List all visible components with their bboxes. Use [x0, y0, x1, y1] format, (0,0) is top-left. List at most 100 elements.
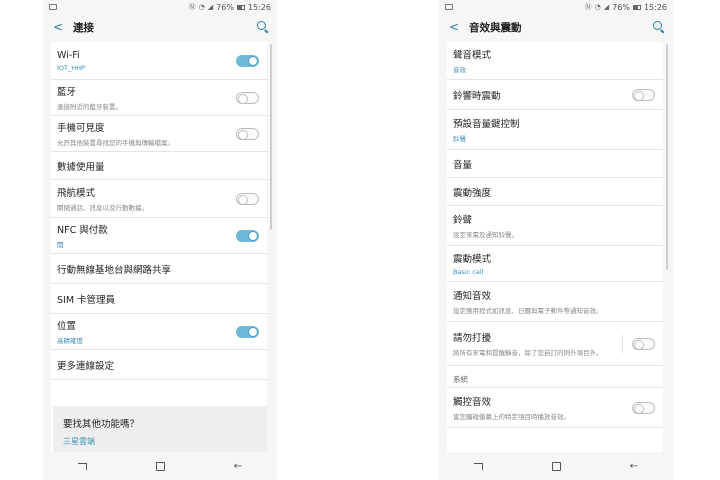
- setting-item[interactable]: 更多連線設定: [51, 350, 267, 380]
- battery-icon: [236, 4, 245, 10]
- signal-icon: ◢: [207, 3, 214, 11]
- home-button[interactable]: [140, 456, 180, 476]
- toggle-switch[interactable]: [236, 325, 259, 338]
- image-notification-icon: [445, 4, 453, 10]
- setting-summary: 關閉通話、訊息以及行動數據。: [57, 204, 148, 212]
- nfc-icon: Ⓝ: [584, 3, 592, 11]
- nfc-icon: Ⓝ: [188, 3, 196, 11]
- setting-label: 鈴響時震動: [453, 90, 501, 102]
- back-icon: ←: [233, 460, 243, 472]
- setting-summary: 連接附近的藍牙裝置。: [57, 103, 122, 111]
- setting-label: 行動無線基地台與網路共享: [57, 264, 172, 276]
- setting-item[interactable]: Wi-Fi IOT_HHP: [51, 42, 267, 80]
- signal-icon: ◢: [603, 3, 610, 11]
- setting-label: SIM 卡管理員: [57, 294, 116, 306]
- setting-item[interactable]: NFC 與付款開: [51, 218, 267, 254]
- setting-item[interactable]: 通知音效 設定應用程式如訊息、日曆與電子郵件等通知音效。: [447, 282, 663, 322]
- setting-item[interactable]: 位置 高精確度: [51, 314, 267, 350]
- toggle-switch[interactable]: [236, 192, 259, 205]
- setting-label: Wi-Fi: [57, 49, 80, 61]
- sounds-vibration-screen: Ⓝ ◔ ◢ 76% 15:26 < 音效與震動 聲音模式音效鈴響時震動預設音量鍵…: [439, 0, 673, 480]
- back-button[interactable]: ←: [218, 456, 258, 476]
- battery-icon: [632, 4, 641, 10]
- recent-apps-button[interactable]: [62, 456, 102, 476]
- setting-label: 觸控音效: [453, 397, 492, 408]
- home-icon: [551, 461, 561, 471]
- suggestion-card: 要找其他功能嗎？ 三星雲端: [53, 406, 267, 452]
- clock: 15:26: [643, 2, 667, 12]
- setting-summary: 當您觸碰螢幕上的特定項目時播放音效。: [453, 413, 570, 421]
- setting-summary: 鈴聲: [453, 135, 466, 143]
- setting-item[interactable]: 手機可見度允許其他裝置尋找您的手機與傳輸檔案。: [51, 116, 267, 152]
- search-icon[interactable]: [257, 21, 269, 33]
- setting-label: 聲音模式: [453, 50, 492, 61]
- setting-summary: 設定來電及通知鈴聲。: [453, 231, 518, 239]
- setting-summary: 將所有來電和提醒靜音，除了您自訂的例外項目外。: [453, 349, 603, 357]
- toggle-switch[interactable]: [632, 337, 655, 350]
- setting-item[interactable]: 數據使用量: [51, 152, 267, 180]
- app-bar: < 音效與震動: [439, 14, 673, 40]
- battery-percent: 76%: [216, 2, 234, 12]
- back-arrow-icon[interactable]: <: [439, 20, 463, 34]
- setting-label: 請勿打擾: [453, 333, 492, 344]
- battery-percent: 76%: [612, 2, 630, 12]
- page-title: 音效與震動: [469, 21, 522, 34]
- setting-summary: 音效: [453, 66, 466, 74]
- setting-item[interactable]: 藍牙連接附近的藍牙裝置。: [51, 80, 267, 116]
- app-bar: < 連接: [43, 14, 277, 40]
- setting-label: 飛航模式: [57, 188, 96, 199]
- connections-screen: Ⓝ ◔ ◢ 76% 15:26 < 連接 Wi-Fi IOT_HHP 藍牙 連接附近的…: [43, 0, 277, 480]
- recent-apps-button[interactable]: [458, 456, 498, 476]
- samsung-cloud-link[interactable]: 三星雲端: [63, 436, 257, 447]
- toggle-switch[interactable]: [632, 88, 655, 101]
- setting-label: 更多連線設定: [57, 360, 115, 372]
- settings-list: Wi-Fi IOT_HHP 藍牙連接附近的藍牙裝置。 手機可見度允許其他裝置尋找您的手…: [51, 42, 267, 452]
- toggle-switch[interactable]: [236, 127, 259, 140]
- page-title: 連接: [73, 21, 94, 34]
- setting-item[interactable]: 震動強度: [447, 178, 663, 206]
- setting-item[interactable]: 鈴聲設定來電及通知鈴聲。: [447, 206, 663, 246]
- setting-item[interactable]: 音量: [447, 150, 663, 178]
- search-icon[interactable]: [653, 21, 665, 33]
- setting-summary: IOT_HHP: [57, 63, 85, 72]
- setting-item[interactable]: 行動無線基地台與網路共享: [51, 254, 267, 284]
- toggle-switch[interactable]: [236, 229, 259, 242]
- setting-item[interactable]: 聲音模式 音效: [447, 42, 663, 80]
- setting-label: 數據使用量: [57, 161, 105, 173]
- toggle-switch[interactable]: [632, 401, 655, 414]
- setting-label: 藍牙: [57, 87, 77, 98]
- scrollbar[interactable]: [270, 44, 272, 230]
- setting-item[interactable]: SIM 卡管理員: [51, 284, 267, 314]
- back-button[interactable]: ←: [614, 456, 654, 476]
- navigation-bar: ←: [43, 452, 277, 480]
- clock: 15:26: [247, 2, 271, 12]
- setting-item[interactable]: 震動模式 Basic call: [447, 246, 663, 282]
- setting-label: 鈴聲: [453, 215, 473, 226]
- scrollbar[interactable]: [666, 44, 668, 270]
- wifi-icon: ◔: [594, 3, 601, 11]
- card-title: 要找其他功能嗎？: [63, 419, 140, 430]
- home-button[interactable]: [536, 456, 576, 476]
- back-arrow-icon[interactable]: <: [43, 20, 67, 34]
- setting-summary: 開: [57, 241, 64, 249]
- toggle-switch[interactable]: [236, 54, 259, 67]
- setting-label: 音量: [453, 159, 473, 171]
- setting-item[interactable]: 飛航模式關閉通話、訊息以及行動數據。: [51, 180, 267, 218]
- toggle-switch[interactable]: [236, 91, 259, 104]
- setting-label: NFC 與付款: [57, 225, 108, 236]
- setting-label: 震動強度: [453, 187, 492, 199]
- setting-summary: 高精確度: [57, 337, 83, 345]
- divider: [622, 334, 623, 353]
- recent-apps-icon: [473, 462, 483, 470]
- recent-apps-icon: [77, 462, 87, 470]
- setting-item[interactable]: 請勿打擾將所有來電和提醒靜音，除了您自訂的例外項目外。: [447, 322, 663, 366]
- setting-item[interactable]: 觸控音效當您觸碰螢幕上的特定項目時播放音效。: [447, 388, 663, 428]
- setting-summary: 允許其他裝置尋找您的手機與傳輸檔案。: [57, 139, 174, 147]
- setting-item[interactable]: 鈴響時震動: [447, 80, 663, 110]
- setting-label: 預設音量鍵控制: [453, 119, 520, 130]
- status-bar: Ⓝ ◔ ◢ 76% 15:26: [439, 0, 673, 14]
- setting-label: 通知音效: [453, 291, 492, 302]
- setting-label: 手機可見度: [57, 123, 105, 134]
- setting-item[interactable]: 預設音量鍵控制 鈴聲: [447, 110, 663, 150]
- image-notification-icon: [49, 4, 57, 10]
